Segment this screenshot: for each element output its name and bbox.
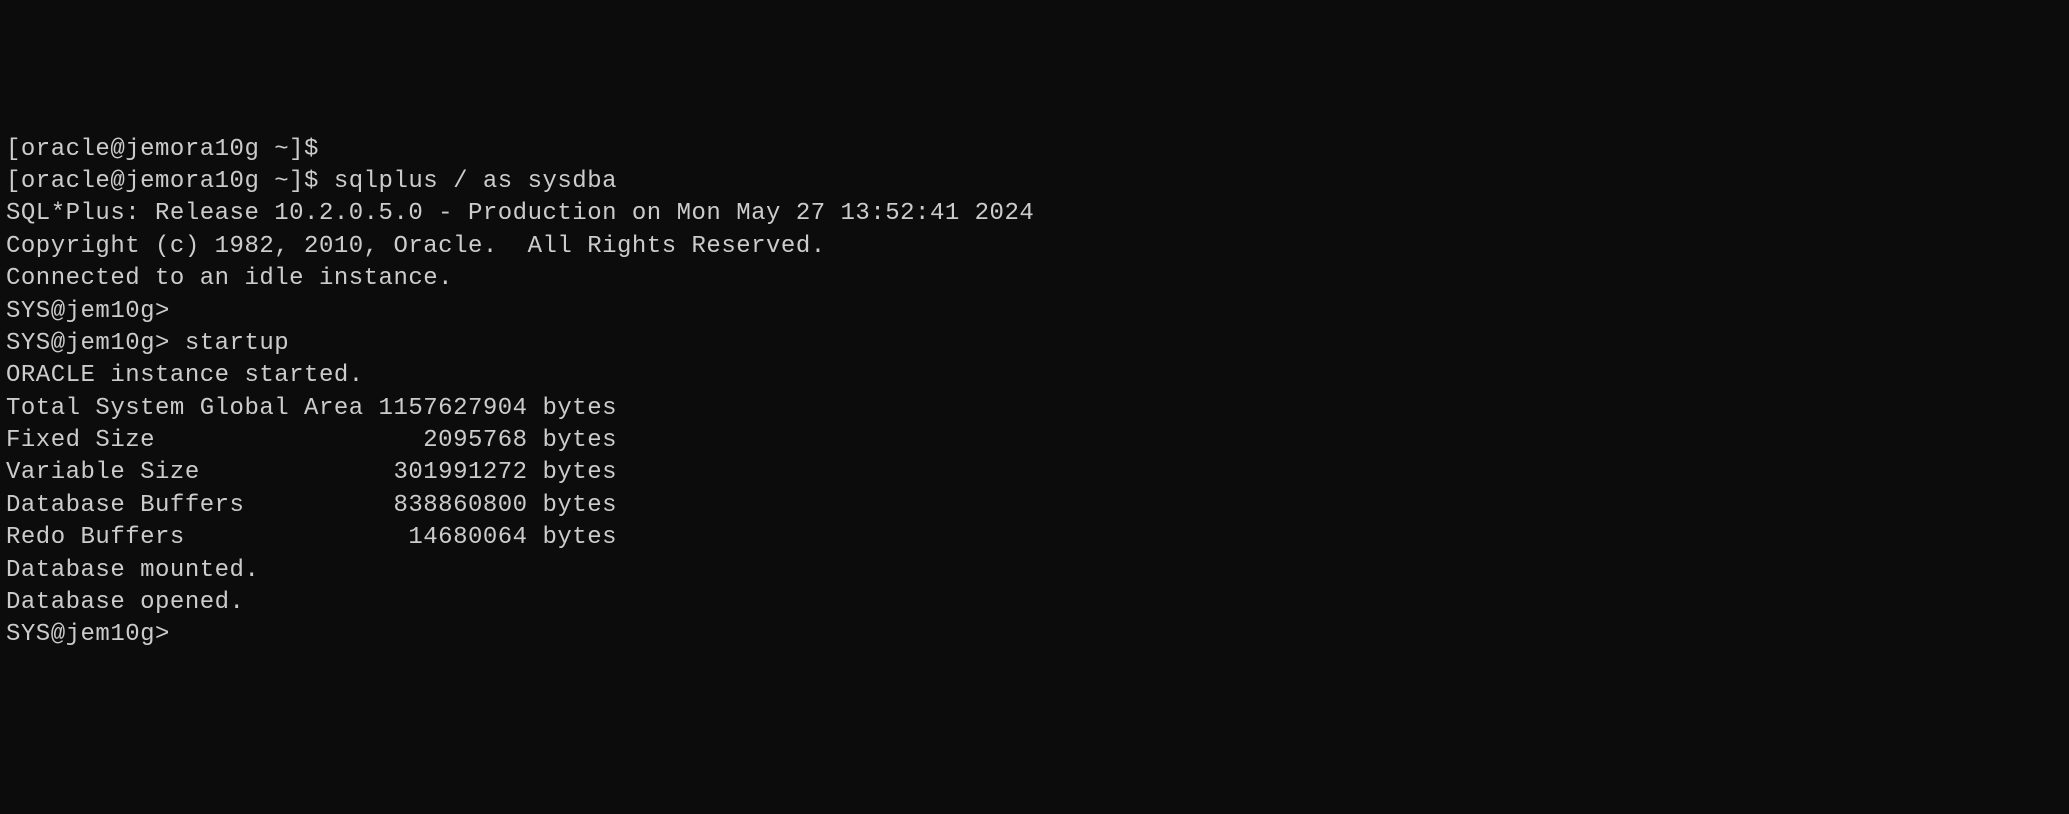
db-mounted-line: Database mounted. (6, 555, 2063, 587)
sga-total-line: Total System Global Area 1157627904 byte… (6, 393, 2063, 425)
copyright-line: Copyright (c) 1982, 2010, Oracle. All Ri… (6, 231, 2063, 263)
sga-fixed-line: Fixed Size 2095768 bytes (6, 425, 2063, 457)
instance-started-line: ORACLE instance started. (6, 360, 2063, 392)
sga-variable-line: Variable Size 301991272 bytes (6, 457, 2063, 489)
terminal-output[interactable]: [oracle@jemora10g ~]$[oracle@jemora10g ~… (6, 134, 2063, 652)
shell-command-line: [oracle@jemora10g ~]$ sqlplus / as sysdb… (6, 166, 2063, 198)
sql-command-line: SYS@jem10g> startup (6, 328, 2063, 360)
db-opened-line: Database opened. (6, 587, 2063, 619)
sga-redo-line: Redo Buffers 14680064 bytes (6, 522, 2063, 554)
sga-buffers-line: Database Buffers 838860800 bytes (6, 490, 2063, 522)
sql-prompt-line: SYS@jem10g> (6, 619, 2063, 651)
sqlplus-banner-line: SQL*Plus: Release 10.2.0.5.0 - Productio… (6, 198, 2063, 230)
shell-prompt-line: [oracle@jemora10g ~]$ (6, 134, 2063, 166)
connection-status-line: Connected to an idle instance. (6, 263, 2063, 295)
sql-prompt-line: SYS@jem10g> (6, 296, 2063, 328)
